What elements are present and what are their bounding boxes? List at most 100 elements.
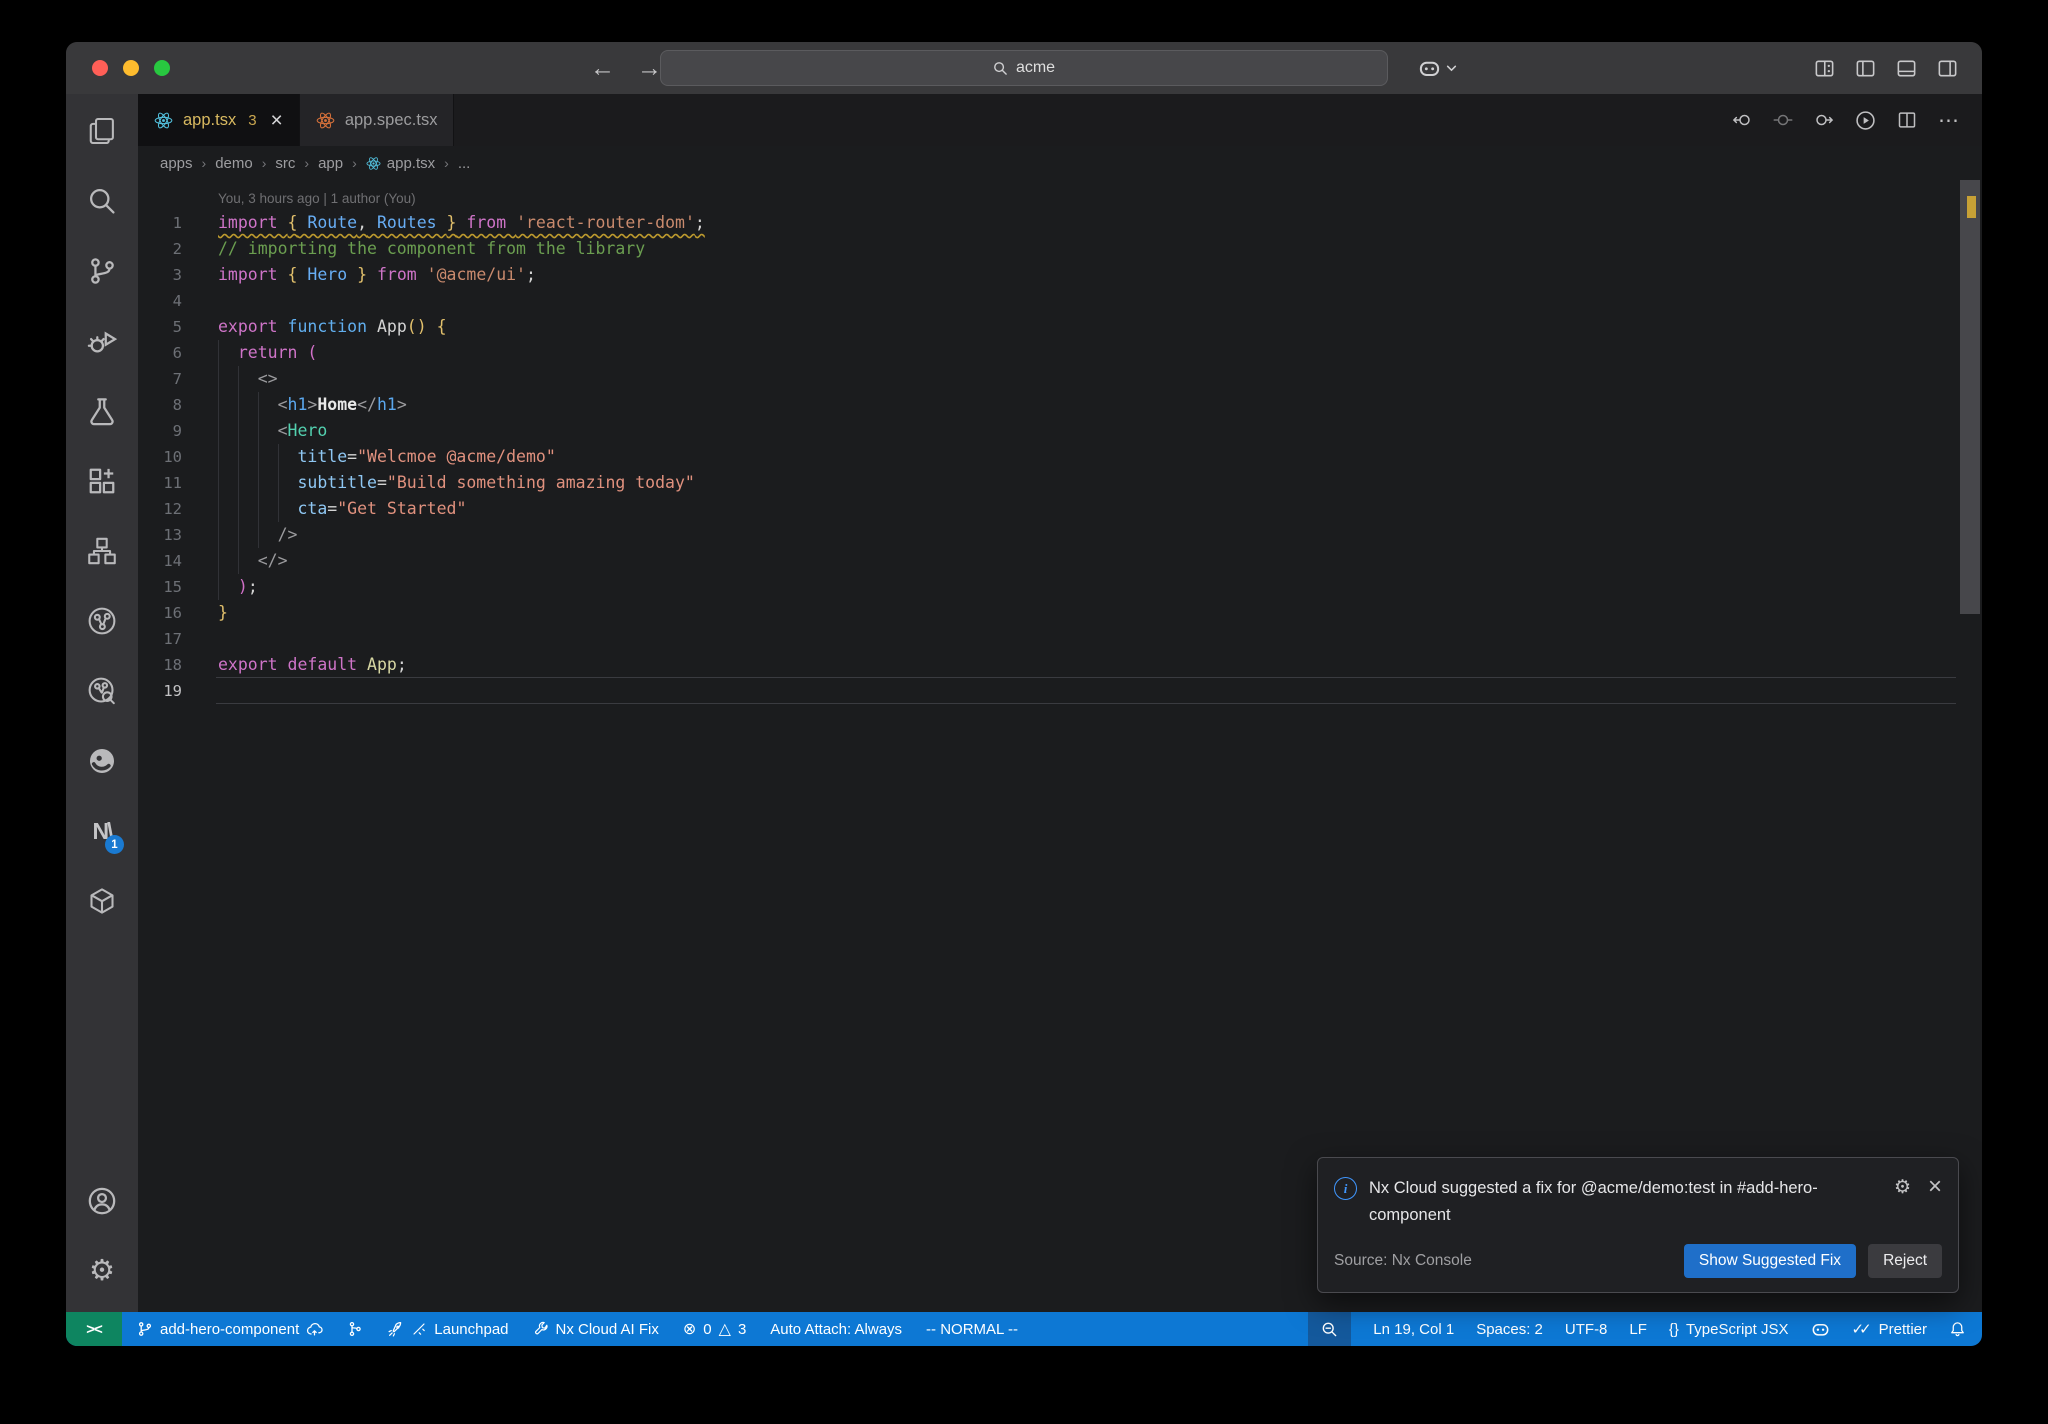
line-number[interactable]: 15 [138, 574, 182, 600]
line-number[interactable]: 14 [138, 548, 182, 574]
close-window-button[interactable] [92, 60, 108, 76]
search-icon[interactable] [66, 166, 138, 236]
launchpad-item[interactable]: Launchpad [387, 1321, 509, 1338]
code-text[interactable]: <> [218, 366, 278, 392]
code-line[interactable]: 3 import { Hero } from '@acme/ui'; [138, 262, 1982, 288]
line-number[interactable]: 11 [138, 470, 182, 496]
back-arrow-icon[interactable]: ← [590, 54, 615, 83]
tab-app-spec-tsx[interactable]: app.spec.tsx [299, 94, 455, 146]
code-text[interactable]: export function App() { [218, 314, 447, 340]
code-line[interactable]: 10 title="Welcmoe @acme/demo" [138, 444, 1982, 470]
breadcrumb-symbol[interactable]: ... [458, 155, 471, 172]
auto-attach-item[interactable]: Auto Attach: Always [770, 1321, 902, 1338]
forward-arrow-icon[interactable]: → [637, 54, 662, 83]
line-number[interactable]: 5 [138, 314, 182, 340]
code-line[interactable]: 5 export function App() { [138, 314, 1982, 340]
problems-item[interactable]: ⊗ 0 △ 3 [683, 1319, 746, 1339]
code-text[interactable]: return ( [218, 340, 317, 366]
code-text[interactable]: ); [218, 574, 258, 600]
language-mode-item[interactable]: {} TypeScript JSX [1669, 1321, 1789, 1338]
testing-icon[interactable] [66, 376, 138, 446]
edge-browser-icon[interactable] [66, 726, 138, 796]
settings-gear-icon[interactable]: ⚙ [66, 1236, 138, 1306]
account-icon[interactable] [66, 1166, 138, 1236]
show-suggested-fix-button[interactable]: Show Suggested Fix [1683, 1244, 1857, 1278]
git-graph-item[interactable] [347, 1321, 363, 1337]
line-number[interactable]: 12 [138, 496, 182, 522]
breadcrumb-apps[interactable]: apps [160, 155, 193, 172]
indentation-item[interactable]: Spaces: 2 [1476, 1321, 1543, 1338]
more-actions-icon[interactable]: ⋯ [1938, 108, 1960, 133]
notification-settings-icon[interactable]: ⚙ [1894, 1176, 1911, 1199]
code-text[interactable]: // importing the component from the libr… [218, 236, 645, 262]
vim-mode-item[interactable]: -- NORMAL -- [926, 1321, 1018, 1338]
code-text[interactable]: <Hero [218, 418, 327, 444]
explorer-icon[interactable] [66, 96, 138, 166]
reject-button[interactable]: Reject [1868, 1244, 1942, 1278]
next-change-icon[interactable] [1814, 110, 1834, 130]
code-line[interactable]: 11 subtitle="Build something amazing tod… [138, 470, 1982, 496]
code-text[interactable]: <h1>Home</h1> [218, 392, 407, 418]
code-text[interactable]: import { Route, Routes } from 'react-rou… [218, 210, 705, 236]
minimize-window-button[interactable] [123, 60, 139, 76]
close-tab-icon[interactable]: × [271, 110, 283, 131]
git-branch-item[interactable]: add-hero-component [137, 1321, 323, 1338]
copilot-menu[interactable] [1418, 42, 1457, 94]
vertical-scrollbar[interactable] [1960, 180, 1980, 614]
line-number[interactable]: 2 [138, 236, 182, 262]
nx-project-details-icon[interactable] [66, 656, 138, 726]
line-number[interactable]: 1 [138, 210, 182, 236]
line-number[interactable]: 8 [138, 392, 182, 418]
notifications-bell-item[interactable] [1949, 1321, 1966, 1338]
toggle-primary-sidebar-icon[interactable] [1855, 58, 1876, 79]
code-line[interactable]: 4 [138, 288, 1982, 314]
code-text[interactable]: subtitle="Build something amazing today" [218, 470, 695, 496]
code-line[interactable]: 8 <h1>Home</h1> [138, 392, 1982, 418]
run-file-icon[interactable] [1855, 110, 1876, 131]
cursor-position-item[interactable]: Ln 19, Col 1 [1373, 1321, 1454, 1338]
breadcrumb-app[interactable]: app [318, 155, 343, 172]
extensions-icon[interactable] [66, 446, 138, 516]
references-icon[interactable] [66, 516, 138, 586]
code-line[interactable]: 12 cta="Get Started" [138, 496, 1982, 522]
run-and-debug-icon[interactable] [66, 306, 138, 376]
line-number[interactable]: 16 [138, 600, 182, 626]
toggle-panel-icon[interactable] [1896, 58, 1917, 79]
code-line[interactable]: 15 ); [138, 574, 1982, 600]
line-number[interactable]: 13 [138, 522, 182, 548]
line-number[interactable]: 10 [138, 444, 182, 470]
code-text[interactable]: </> [218, 548, 288, 574]
code-line[interactable]: 9 <Hero [138, 418, 1982, 444]
split-editor-icon[interactable] [1897, 110, 1917, 130]
nx-project-graph-icon[interactable] [66, 586, 138, 656]
tab-app-tsx[interactable]: app.tsx 3 × [138, 94, 300, 146]
code-line[interactable]: 13 /> [138, 522, 1982, 548]
breadcrumb-src[interactable]: src [275, 155, 295, 172]
line-number[interactable]: 18 [138, 652, 182, 678]
code-line[interactable]: 1 import { Route, Routes } from 'react-ro… [138, 210, 1982, 236]
code-line[interactable]: 14 </> [138, 548, 1982, 574]
eol-item[interactable]: LF [1629, 1321, 1647, 1338]
code-line[interactable]: 18 export default App; [138, 652, 1982, 678]
previous-change-icon[interactable] [1732, 110, 1752, 130]
nx-cloud-ai-fix-item[interactable]: Nx Cloud AI Fix [533, 1321, 659, 1338]
command-center-search[interactable]: acme [660, 50, 1388, 86]
maximize-window-button[interactable] [154, 60, 170, 76]
code-text[interactable]: title="Welcmoe @acme/demo" [218, 444, 556, 470]
code-line[interactable]: 16} [138, 600, 1982, 626]
code-text[interactable]: /> [218, 522, 297, 548]
notification-close-icon[interactable]: × [1928, 1175, 1942, 1199]
line-number[interactable]: 4 [138, 288, 182, 314]
code-line[interactable]: 2 // importing the component from the lib… [138, 236, 1982, 262]
line-number[interactable]: 9 [138, 418, 182, 444]
code-text[interactable]: } [218, 600, 228, 626]
code-line[interactable]: 7 <> [138, 366, 1982, 392]
current-change-icon[interactable] [1773, 110, 1793, 130]
code-line[interactable]: 6 return ( [138, 340, 1982, 366]
remote-indicator[interactable]: >< [66, 1312, 122, 1346]
code-line[interactable]: 17 [138, 626, 1982, 652]
nx-console-icon[interactable]: N\ 1 [66, 796, 138, 866]
package-explorer-icon[interactable] [66, 866, 138, 936]
customize-layout-icon[interactable] [1814, 58, 1835, 79]
formatter-item[interactable]: ✓✓ Prettier [1852, 1320, 1928, 1339]
